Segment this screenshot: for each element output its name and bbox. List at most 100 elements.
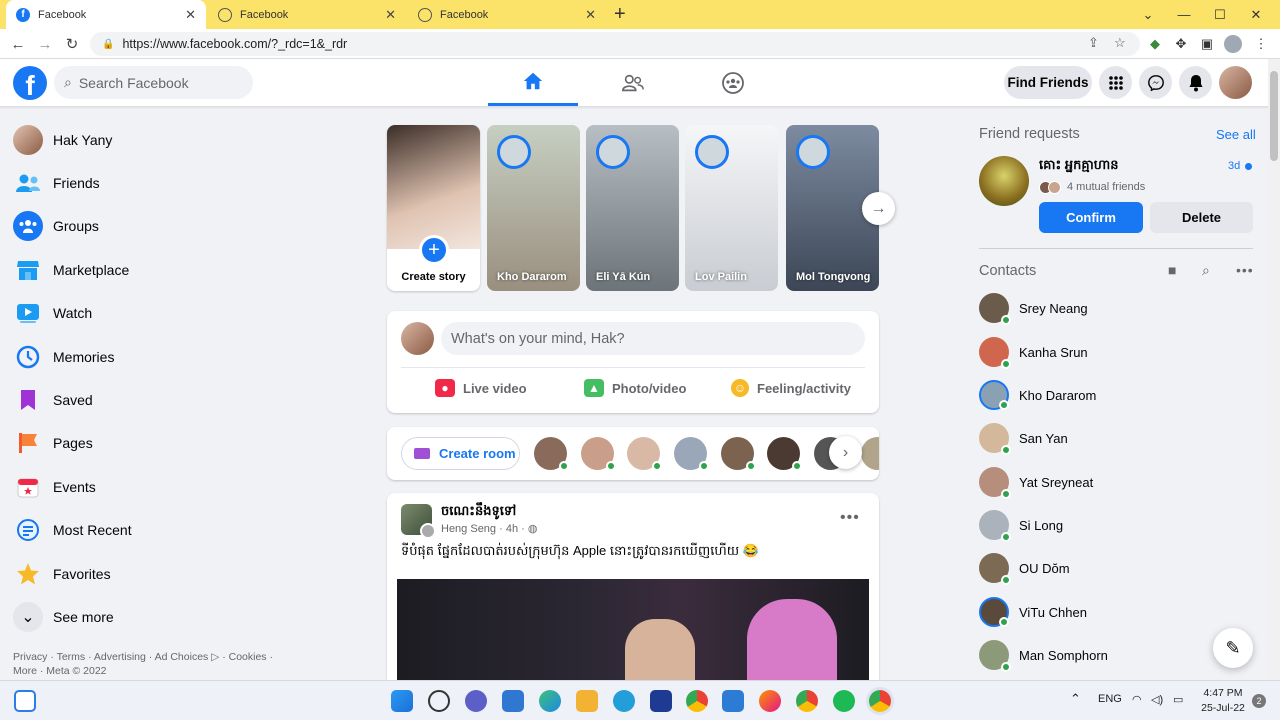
close-tab-icon[interactable]: ✕ [185,7,196,23]
tab-friends[interactable] [588,59,678,106]
browser-tab-1[interactable]: f Facebook ✕ [6,0,206,29]
room-contact-avatar[interactable] [674,437,709,471]
confirm-button[interactable]: Confirm [1039,202,1143,233]
close-tab-icon[interactable]: ✕ [385,7,396,23]
story-card[interactable]: Kho Dararom [487,125,580,291]
room-contact-avatar[interactable] [627,437,662,471]
tab-groups[interactable] [688,59,778,106]
dev-app-icon[interactable] [650,690,672,712]
new-tab-button[interactable]: + [614,3,626,26]
photo-video-button[interactable]: ▲ Photo/video [584,377,686,399]
sidebar-item-groups[interactable]: Groups [8,205,358,248]
page-avatar[interactable] [401,504,436,539]
address-bar[interactable]: 🔒 https://www.facebook.com/?_rdc=1&_rdr [90,32,1140,56]
contacts-options-icon[interactable]: ••• [1236,262,1254,278]
browser-tab-2[interactable]: Facebook ✕ [208,0,406,29]
firefox-icon[interactable] [759,690,781,712]
search-input[interactable]: ⌕ Search Facebook [54,66,253,99]
search-contacts-icon[interactable]: ⌕ [1202,262,1210,279]
friend-request-avatar[interactable] [979,156,1029,206]
sidebar-item-watch[interactable]: Watch [8,292,358,335]
new-message-compose-icon[interactable]: ✎ [1213,628,1253,668]
vscode-icon[interactable] [722,690,744,712]
chrome-icon[interactable] [686,690,708,712]
edge-browser-icon[interactable] [539,690,561,712]
footer-links-line[interactable]: Privacy · Terms · Advertising · Ad Choic… [13,650,288,664]
reload-button[interactable]: ↻ [62,34,82,54]
room-contact-avatar[interactable] [581,437,616,471]
footer-links-line[interactable]: More · Meta © 2022 [13,664,288,678]
task-view-icon[interactable] [14,690,36,712]
room-contact-avatar[interactable] [767,437,802,471]
contact-item[interactable]: Kho Dararom [979,378,1259,412]
sidebar-item-most-recent[interactable]: Most Recent [8,509,358,552]
page-scrollbar[interactable] [1268,59,1280,680]
create-room-button[interactable]: Create room [401,437,520,470]
room-contact-avatar[interactable] [861,437,879,470]
close-tab-icon[interactable]: ✕ [585,7,596,23]
mail-icon[interactable] [502,690,524,712]
sidebar-item-favorites[interactable]: Favorites [8,552,358,595]
facebook-logo[interactable]: f [13,66,47,100]
forward-button[interactable]: → [35,34,55,54]
close-window-button[interactable]: ✕ [1238,0,1274,29]
see-all-link[interactable]: See all [1216,127,1256,142]
sidebar-item-profile[interactable]: Hak Yany [8,118,358,161]
live-video-button[interactable]: ● Live video [435,377,527,399]
battery-icon[interactable]: ▭ [1173,693,1183,706]
contact-item[interactable]: Si Long [979,508,1259,542]
sidebar-item-events[interactable]: Events [8,465,358,508]
back-button[interactable]: ← [8,34,28,54]
contact-item[interactable]: ViTu Chhen [979,595,1259,629]
new-room-video-icon[interactable]: ■ [1168,262,1176,278]
maximize-button[interactable]: ☐ [1202,0,1238,29]
post-page-name[interactable]: ចណេះនឹងទូទៅ [441,503,516,522]
system-clock[interactable]: 4:47 PM 25-Jul-22 [1199,686,1247,716]
author-avatar[interactable] [420,523,436,539]
account-avatar[interactable] [1219,66,1252,99]
telegram-icon[interactable] [613,690,635,712]
contact-item[interactable]: Yat Sreyneat [979,465,1259,499]
tab-home[interactable] [488,59,578,106]
sidebar-item-see-more[interactable]: ⌄ See more [8,595,358,638]
post-options-icon[interactable]: ••• [840,509,860,527]
contact-item[interactable]: Kanha Srun [979,335,1259,369]
chrome-active-icon[interactable] [869,690,891,712]
stories-next-arrow-icon[interactable]: → [862,192,895,225]
volume-icon[interactable]: ◁) [1151,693,1163,706]
contact-item[interactable]: OU Dŏm [979,551,1259,585]
notification-count-badge[interactable]: 2 [1252,694,1266,708]
spotify-icon[interactable] [833,690,855,712]
extensions-puzzle-icon[interactable]: ✥ [1172,35,1190,53]
lock-icon[interactable]: 🔒 [102,39,114,50]
contact-item[interactable]: Srey Neang [979,291,1259,325]
post-video-thumbnail[interactable] [397,579,869,693]
bookmark-star-icon[interactable]: ☆ [1114,35,1126,51]
story-card[interactable]: Eli Yā Kún [586,125,679,291]
menu-grid-icon[interactable] [1099,66,1132,99]
chat-icon[interactable] [465,690,487,712]
profile-avatar[interactable] [1224,35,1242,53]
scrollbar-thumb[interactable] [1270,71,1278,161]
find-friends-button[interactable]: Find Friends [1004,66,1092,99]
sidebar-item-friends[interactable]: Friends [8,161,358,204]
search-icon[interactable] [428,690,450,712]
sidebar-item-marketplace[interactable]: Marketplace [8,248,358,291]
room-contact-avatar[interactable] [721,437,756,471]
feeling-activity-button[interactable]: ☺ Feeling/activity [731,377,851,399]
windows-start-icon[interactable] [391,690,413,712]
status-input[interactable]: What's on your mind, Hak? [441,322,865,355]
notifications-bell-icon[interactable] [1179,66,1212,99]
wifi-icon[interactable]: ◠ [1132,693,1142,706]
post-time[interactable]: 4h [506,523,518,535]
file-explorer-icon[interactable] [576,690,598,712]
sidebar-item-pages[interactable]: Pages [8,422,358,465]
chrome-profile-icon[interactable] [796,690,818,712]
browser-menu-icon[interactable]: ⋮ [1252,35,1270,53]
sidebar-item-memories[interactable]: Memories [8,335,358,378]
friend-request-name[interactable]: គោះ អ្នកគ្មាហាន [1039,157,1118,176]
sidebar-item-saved[interactable]: Saved [8,378,358,421]
tab-search-icon[interactable]: ⌄ [1130,0,1166,29]
minimize-button[interactable]: — [1166,0,1202,29]
rooms-next-arrow-icon[interactable]: › [829,436,862,469]
